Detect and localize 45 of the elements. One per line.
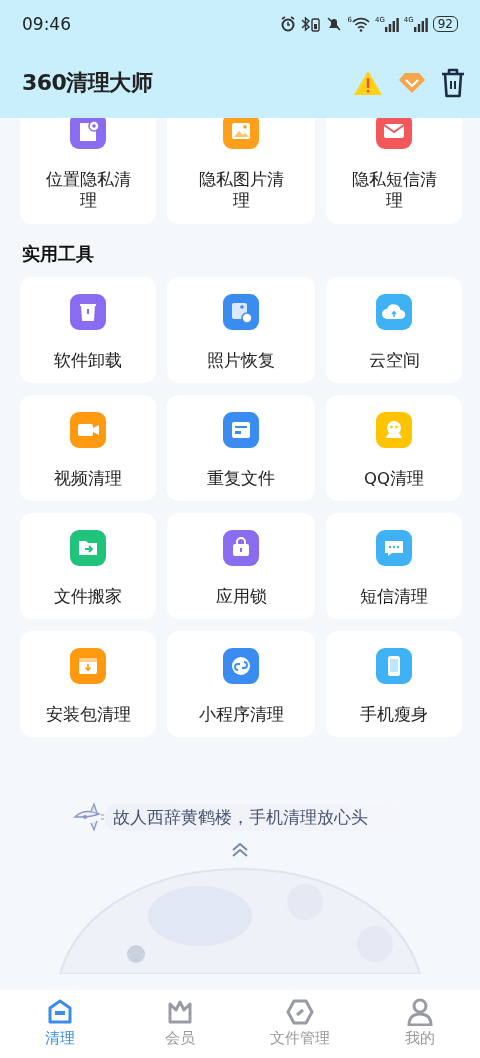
tool-card[interactable]: 隐私短信清理	[326, 118, 462, 224]
tool-card[interactable]: 安装包清理	[20, 631, 156, 737]
tool-card[interactable]: 照片恢复	[167, 277, 315, 383]
bag-lock-icon	[223, 530, 259, 566]
tool-card[interactable]: 短信清理	[326, 513, 462, 619]
crown-icon	[166, 998, 194, 1026]
tool-card[interactable]: 云空间	[326, 277, 462, 383]
link-icon	[223, 648, 259, 684]
signal-icon	[384, 16, 399, 32]
trash-icon	[70, 294, 106, 330]
trash-icon[interactable]	[440, 68, 466, 98]
image-icon	[223, 118, 259, 149]
cloud-icon	[376, 294, 412, 330]
signal-icon	[413, 16, 428, 32]
video-camera-icon	[70, 412, 106, 448]
tool-card[interactable]: 隐私图片清理	[167, 118, 315, 224]
hexagon-icon	[286, 998, 314, 1026]
person-icon	[406, 998, 434, 1026]
battery-level: 92	[432, 16, 458, 32]
tool-card[interactable]: 软件卸载	[20, 277, 156, 383]
tool-card[interactable]: QQ清理	[326, 395, 462, 501]
nav-tab[interactable]: 清理	[0, 990, 120, 1058]
tool-card[interactable]: 应用锁	[167, 513, 315, 619]
mail-icon	[376, 118, 412, 149]
tool-card[interactable]: 手机瘦身	[326, 631, 462, 737]
package-icon	[70, 648, 106, 684]
app-title: 360清理大师	[22, 69, 153, 97]
bluetooth-battery-icon	[301, 16, 322, 32]
phone-icon	[376, 648, 412, 684]
tool-card[interactable]: 重复文件	[167, 395, 315, 501]
tool-card[interactable]: 视频清理	[20, 395, 156, 501]
wifi-icon	[351, 16, 370, 32]
tool-card[interactable]: 位置隐私清理	[20, 118, 156, 224]
tool-card[interactable]: 文件搬家	[20, 513, 156, 619]
penguin-icon	[376, 412, 412, 448]
diamond-icon[interactable]	[398, 71, 426, 95]
clock-time: 09:46	[22, 14, 71, 34]
chat-bubble-icon	[376, 530, 412, 566]
alarm-icon	[280, 16, 297, 32]
double-chevron-up-icon[interactable]	[230, 842, 250, 858]
home-icon	[46, 998, 74, 1026]
section-heading: 实用工具	[22, 242, 95, 266]
mute-bell-icon	[326, 16, 343, 32]
tool-card[interactable]: 小程序清理	[167, 631, 315, 737]
warning-icon[interactable]	[352, 69, 384, 97]
